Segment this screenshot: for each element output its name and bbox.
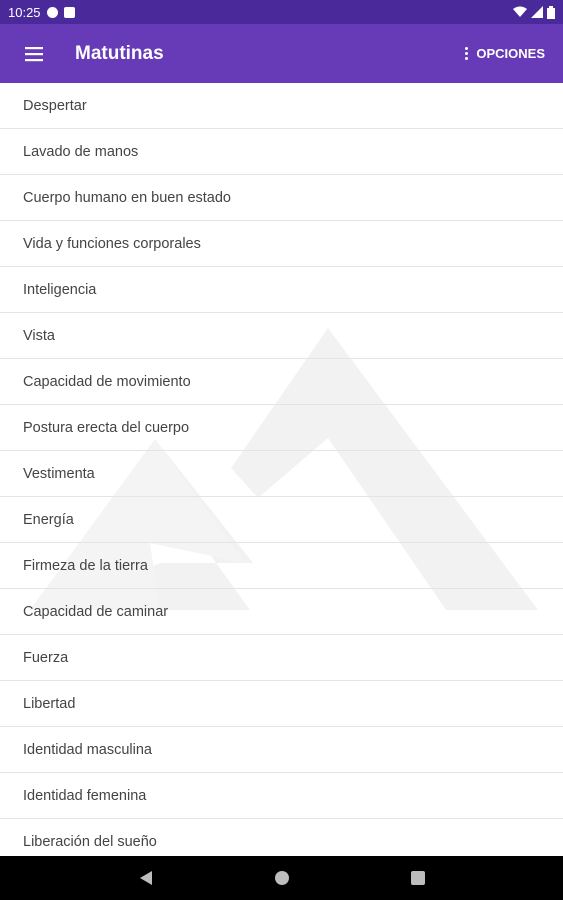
back-button[interactable] — [126, 858, 166, 898]
list-item-label: Vestimenta — [23, 465, 95, 482]
list-items: Despertar Lavado de manos Cuerpo humano en… — [0, 83, 563, 856]
back-triangle-icon — [139, 871, 152, 885]
wifi-icon — [513, 6, 527, 17]
recents-button[interactable] — [398, 858, 438, 898]
list-item-label: Inteligencia — [23, 281, 97, 298]
list-item[interactable]: Cuerpo humano en buen estado — [0, 175, 563, 221]
list-item-label: Cuerpo humano en buen estado — [23, 189, 231, 206]
list-item-label: Liberación del sueño — [23, 833, 157, 850]
list-item-label: Lavado de manos — [23, 143, 139, 160]
prayer-list: Despertar Lavado de manos Cuerpo humano en… — [0, 83, 563, 856]
list-item-label: Postura erecta del cuerpo — [23, 419, 190, 436]
status-left: 10:25 — [8, 5, 75, 20]
list-item[interactable]: Liberación del sueño — [0, 819, 563, 856]
notification-icon — [46, 6, 58, 18]
list-item[interactable]: Lavado de manos — [0, 129, 563, 175]
list-item-label: Vida y funciones corporales — [23, 235, 201, 252]
navigation-bar — [0, 856, 563, 900]
list-item[interactable]: Libertad — [0, 681, 563, 727]
list-item[interactable]: Identidad femenina — [0, 773, 563, 819]
list-item-label: Energía — [23, 511, 74, 528]
list-item-label: Fuerza — [23, 649, 69, 666]
hamburger-icon — [25, 46, 43, 61]
page-title: Matutinas — [75, 42, 164, 64]
list-item[interactable]: Vista — [0, 313, 563, 359]
status-right — [513, 5, 555, 19]
status-time: 10:25 — [8, 4, 41, 20]
list-item[interactable]: Despertar — [0, 83, 563, 129]
list-item[interactable]: Energía — [0, 497, 563, 543]
list-item-label: Identidad femenina — [23, 787, 147, 804]
home-circle-icon — [274, 871, 289, 885]
options-label: OPCIONES — [476, 46, 545, 61]
list-item[interactable]: Capacidad de movimiento — [0, 359, 563, 405]
more-vert-icon — [465, 47, 469, 60]
battery-icon — [547, 5, 555, 19]
recents-square-icon — [410, 871, 425, 885]
menu-button[interactable] — [0, 24, 68, 83]
home-button[interactable] — [262, 858, 302, 898]
list-item[interactable]: Inteligencia — [0, 267, 563, 313]
list-item[interactable]: Fuerza — [0, 635, 563, 681]
list-item-label: Libertad — [23, 695, 76, 712]
list-item[interactable]: Capacidad de caminar — [0, 589, 563, 635]
list-item-label: Identidad masculina — [23, 741, 152, 758]
list-item[interactable]: Firmeza de la tierra — [0, 543, 563, 589]
list-item[interactable]: Vida y funciones corporales — [0, 221, 563, 267]
list-item[interactable]: Vestimenta — [0, 451, 563, 497]
list-item-label: Despertar — [23, 97, 87, 114]
sd-card-icon — [63, 6, 75, 18]
app-bar: Matutinas OPCIONES — [0, 24, 563, 83]
list-item-label: Capacidad de movimiento — [23, 373, 191, 390]
list-item-label: Firmeza de la tierra — [23, 557, 148, 574]
list-item-label: Capacidad de caminar — [23, 603, 169, 620]
list-item[interactable]: Identidad masculina — [0, 727, 563, 773]
signal-icon — [531, 6, 543, 18]
options-button[interactable]: OPCIONES — [455, 24, 563, 83]
list-item-label: Vista — [23, 327, 55, 344]
list-item[interactable]: Postura erecta del cuerpo — [0, 405, 563, 451]
status-bar: 10:25 — [0, 0, 563, 24]
